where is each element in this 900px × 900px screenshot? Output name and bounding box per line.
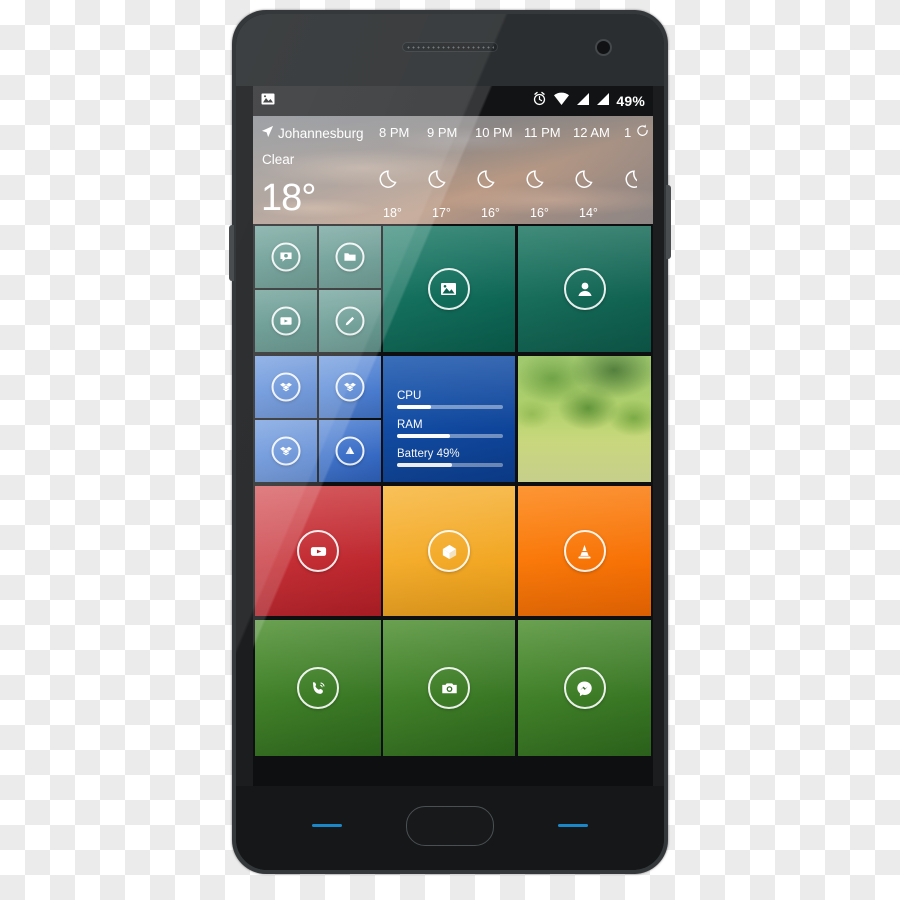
dropbox-tile[interactable] <box>255 356 317 418</box>
wifi-icon <box>553 92 570 111</box>
back-capacitive-key[interactable] <box>312 824 342 827</box>
dropbox-icon <box>271 436 301 466</box>
notes-tile[interactable] <box>319 290 381 352</box>
forecast-hour-label: 10 PM <box>475 125 513 140</box>
nature-photo-tile[interactable] <box>518 356 651 482</box>
signal-bars-icon <box>596 92 610 111</box>
person-icon <box>563 268 606 310</box>
home-button[interactable] <box>406 806 494 846</box>
phone-call-icon <box>297 667 339 709</box>
forecast-hour-label: 8 PM <box>379 125 410 140</box>
weather-location: Johannesburg <box>278 125 364 141</box>
moon-icon <box>575 168 597 195</box>
messaging-tile[interactable] <box>255 226 317 288</box>
youtube-icon <box>297 530 339 572</box>
video-tile[interactable] <box>255 290 317 352</box>
phone-body: 49% Johannesburg 8 PM 9 PM 10 PM 11 PM 1… <box>236 14 664 870</box>
alarm-clock-icon <box>532 91 547 111</box>
cube-box-icon <box>428 530 470 572</box>
current-temperature: 18° <box>261 177 316 219</box>
forecast-hour-label: 12 AM <box>573 125 610 140</box>
moon-icon <box>526 168 548 195</box>
messenger-tile[interactable] <box>518 620 651 756</box>
battery-label: Battery 49% <box>397 448 460 460</box>
chat-bubble-icon <box>271 242 301 272</box>
signal-bars-icon <box>576 92 590 111</box>
ram-label: RAM <box>397 419 423 431</box>
pencil-icon <box>335 306 365 336</box>
dropbox-icon <box>271 372 301 402</box>
forecast-temp: 14° <box>579 206 598 220</box>
moon-icon <box>428 168 450 195</box>
location-arrow-icon <box>261 125 274 141</box>
dropbox-tile[interactable] <box>319 356 381 418</box>
messenger-bolt-icon <box>563 667 606 709</box>
box-tile[interactable] <box>383 486 515 616</box>
earpiece-speaker <box>402 42 498 52</box>
forecast-temp: 18° <box>383 206 402 220</box>
front-camera <box>595 39 612 56</box>
forecast-hour-label: 1 <box>624 125 632 140</box>
moon-icon <box>379 168 401 195</box>
moon-icon <box>477 168 499 195</box>
camera-tile[interactable] <box>383 620 515 756</box>
cpu-label: CPU <box>397 390 422 402</box>
vlc-tile[interactable] <box>518 486 651 616</box>
files-tile[interactable] <box>319 226 381 288</box>
forecast-temp: 16° <box>530 206 549 220</box>
dropbox-tile[interactable] <box>255 420 317 482</box>
viber-tile[interactable] <box>255 620 381 756</box>
youtube-tile[interactable] <box>255 486 381 616</box>
drive-triangle-icon <box>335 436 365 466</box>
forecast-hour-label: 11 PM <box>524 125 561 140</box>
status-bar: 49% <box>253 86 653 116</box>
weather-condition: Clear <box>262 152 295 167</box>
traffic-cone-icon <box>563 530 606 572</box>
power-button[interactable] <box>666 185 671 259</box>
camera-icon <box>428 667 470 709</box>
ram-progress-bar <box>397 434 503 438</box>
folder-icon <box>335 242 365 272</box>
cpu-progress-bar <box>397 405 503 409</box>
moon-icon <box>625 168 637 195</box>
refresh-icon[interactable] <box>636 124 649 142</box>
top-bezel <box>236 14 664 86</box>
dropbox-icon <box>335 372 365 402</box>
system-monitor-tile[interactable]: CPU RAM Battery 49% <box>383 356 515 482</box>
forecast-hour-label: 9 PM <box>427 125 458 140</box>
picture-icon <box>428 268 470 310</box>
contacts-tile[interactable] <box>518 226 651 352</box>
battery-progress-bar <box>397 463 503 467</box>
volume-button[interactable] <box>229 225 234 281</box>
bottom-bezel <box>236 786 664 870</box>
phone-device: 49% Johannesburg 8 PM 9 PM 10 PM 11 PM 1… <box>229 10 671 874</box>
image-notification-icon <box>261 92 275 111</box>
recents-capacitive-key[interactable] <box>558 824 588 827</box>
drive-tile[interactable] <box>319 420 381 482</box>
video-player-icon <box>271 306 301 336</box>
battery-percentage: 49% <box>616 93 645 109</box>
tile-grid: CPU RAM Battery 49% <box>253 224 653 786</box>
weather-widget[interactable]: Johannesburg 8 PM 9 PM 10 PM 11 PM 12 AM… <box>253 116 653 224</box>
gallery-tile[interactable] <box>383 226 515 352</box>
forecast-temp: 16° <box>481 206 500 220</box>
forecast-temp: 17° <box>432 206 451 220</box>
phone-screen: 49% Johannesburg 8 PM 9 PM 10 PM 11 PM 1… <box>253 86 653 786</box>
